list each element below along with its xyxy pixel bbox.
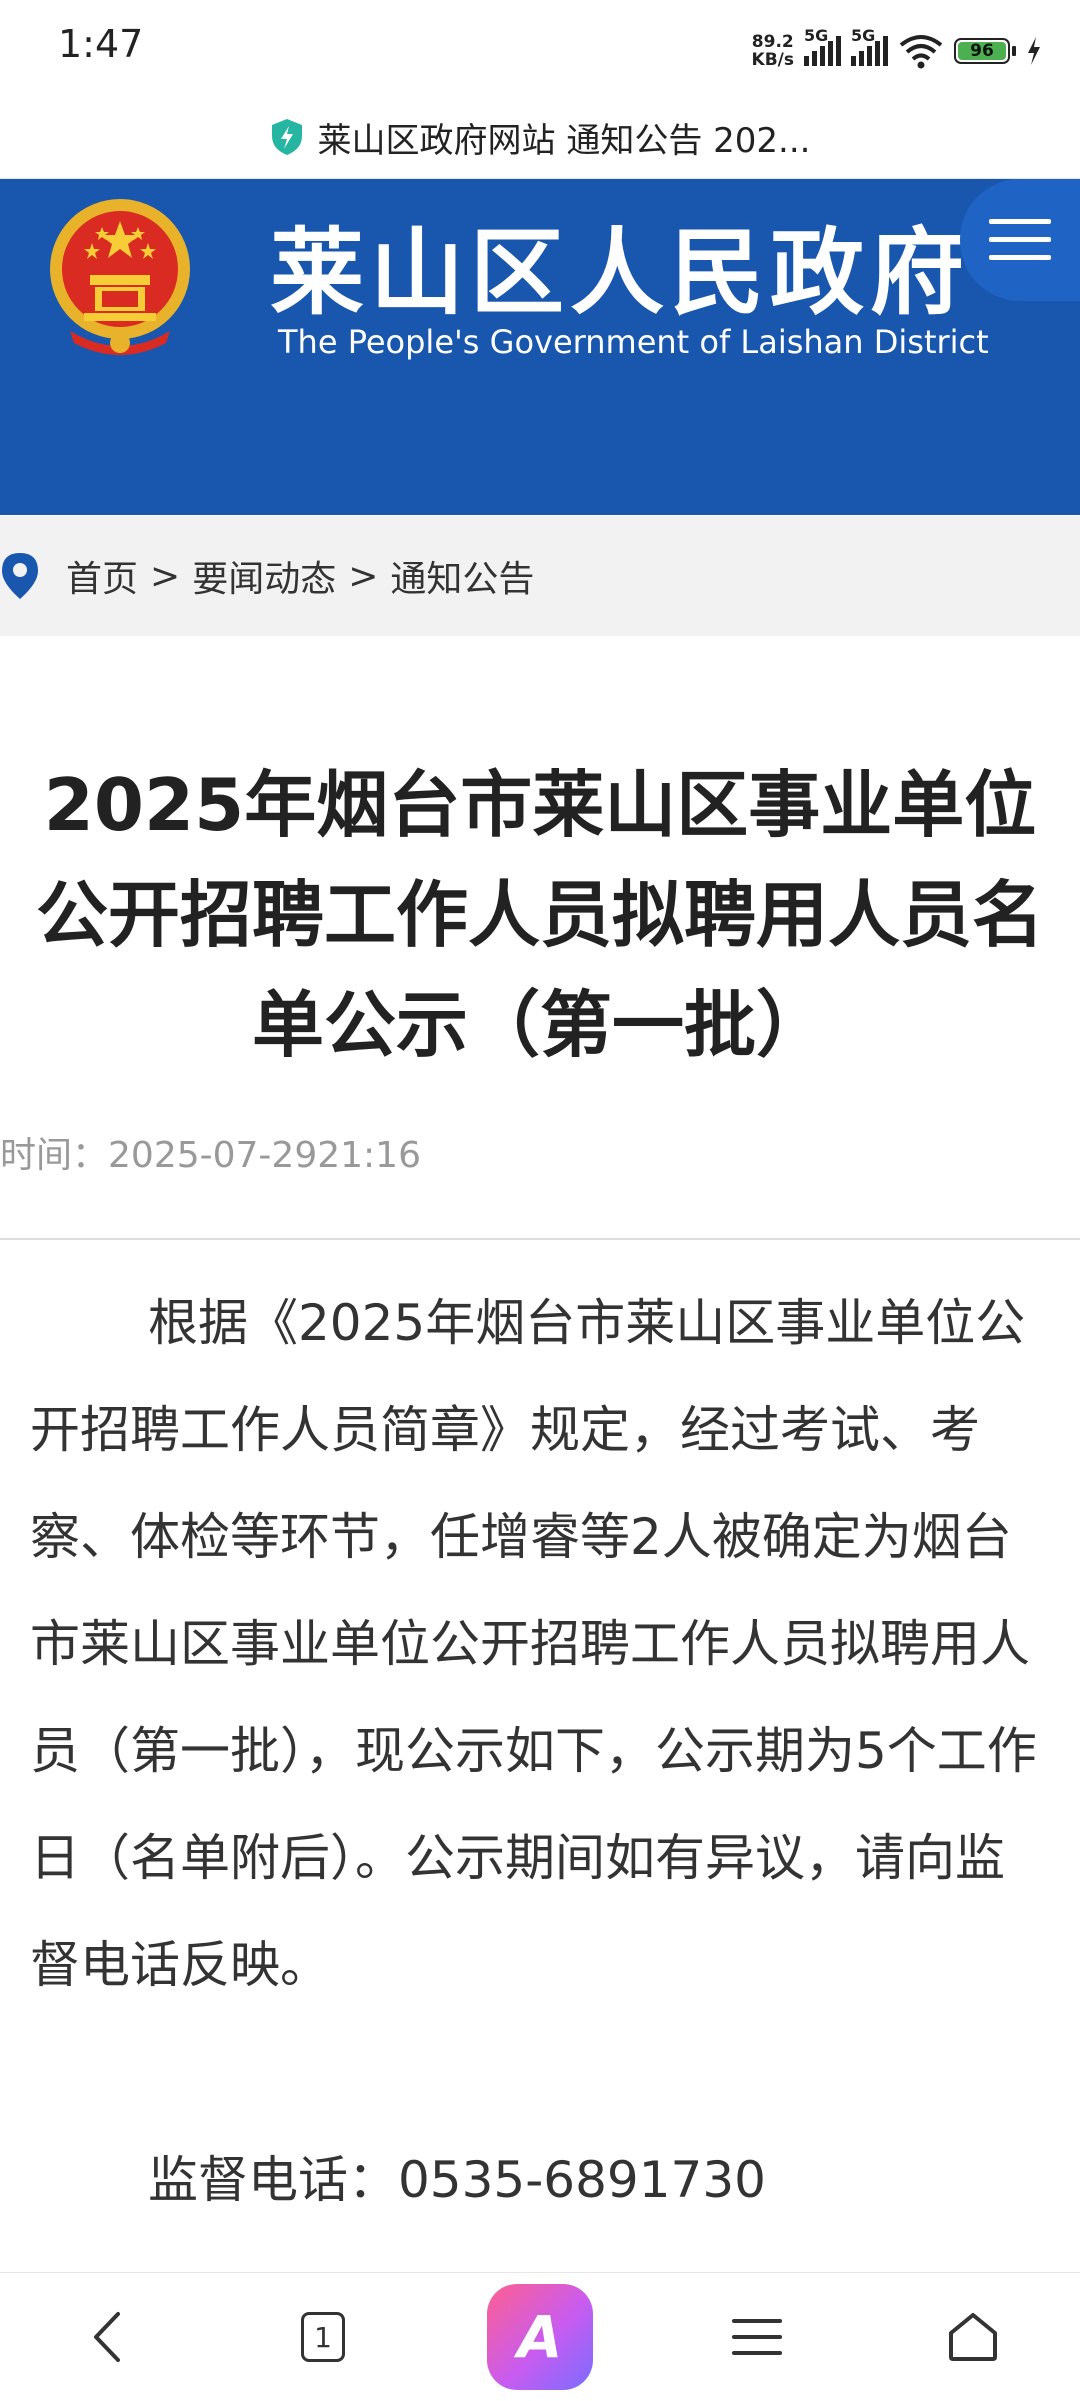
battery-icon: 96 [954,38,1016,64]
shield-lightning-icon [271,119,302,155]
breadcrumb-notices[interactable]: 通知公告 [390,550,534,602]
browser-menu-button[interactable] [712,2273,802,2401]
status-bar: 1:47 89.2 KB/s 5G 5G 96 [0,0,1080,96]
breadcrumb-separator: > [150,555,181,597]
divider [0,1238,1080,1240]
ai-assistant-button[interactable]: A [485,2273,595,2401]
charging-icon [1028,37,1040,65]
breadcrumb-news[interactable]: 要闻动态 [192,550,336,602]
wifi-icon [899,35,943,69]
tab-count-icon: 1 [301,2312,345,2362]
ai-assistant-icon: A [487,2284,593,2390]
site-title-en: The People's Government of Laishan Distr… [278,323,989,361]
page-title-bar: 莱山区政府网站 通知公告 202... [317,120,811,161]
menu-button[interactable] [960,179,1080,301]
home-button[interactable] [928,2273,1018,2401]
breadcrumb-separator: > [348,555,379,597]
back-button[interactable] [62,2273,152,2401]
site-header: 莱山区人民政府 The People's Government of Laish… [0,179,1080,515]
publish-time: 时间：2025-07-2921:16 [0,1135,421,1176]
location-pin-icon [2,553,38,599]
chevron-left-icon [94,2312,120,2362]
browser-bottom-nav: 1 A [0,2272,1080,2401]
network-speed: 89.2 KB/s [751,32,794,70]
system-icons: 89.2 KB/s 5G 5G 96 [751,26,1042,72]
home-icon [949,2313,997,2361]
breadcrumb: 首页 > 要闻动态 > 通知公告 [0,516,1080,636]
article-body: 根据《2025年烟台市莱山区事业单位公开招聘工作人员简章》规定，经过考试、考察、… [30,1294,1037,1994]
signal-icon: 5G [804,26,841,66]
hamburger-menu-icon [989,219,1051,260]
site-title-cn: 莱山区人民政府 [270,219,971,328]
clock: 1:47 [58,22,144,66]
tabs-button[interactable]: 1 [278,2273,368,2401]
national-emblem-icon [50,199,190,355]
menu-lines-icon [732,2319,782,2355]
supervision-phone: 监督电话：0535-6891730 [148,2151,766,2209]
signal-icon-sim2: 5G [851,26,888,66]
breadcrumb-home[interactable]: 首页 [66,550,138,602]
article-title: 2025年烟台市莱山区事业单位 公开招聘工作人员拟聘用人员名 单公示（第一批） [35,763,1044,1067]
address-bar[interactable]: 莱山区政府网站 通知公告 202... [0,96,1080,179]
